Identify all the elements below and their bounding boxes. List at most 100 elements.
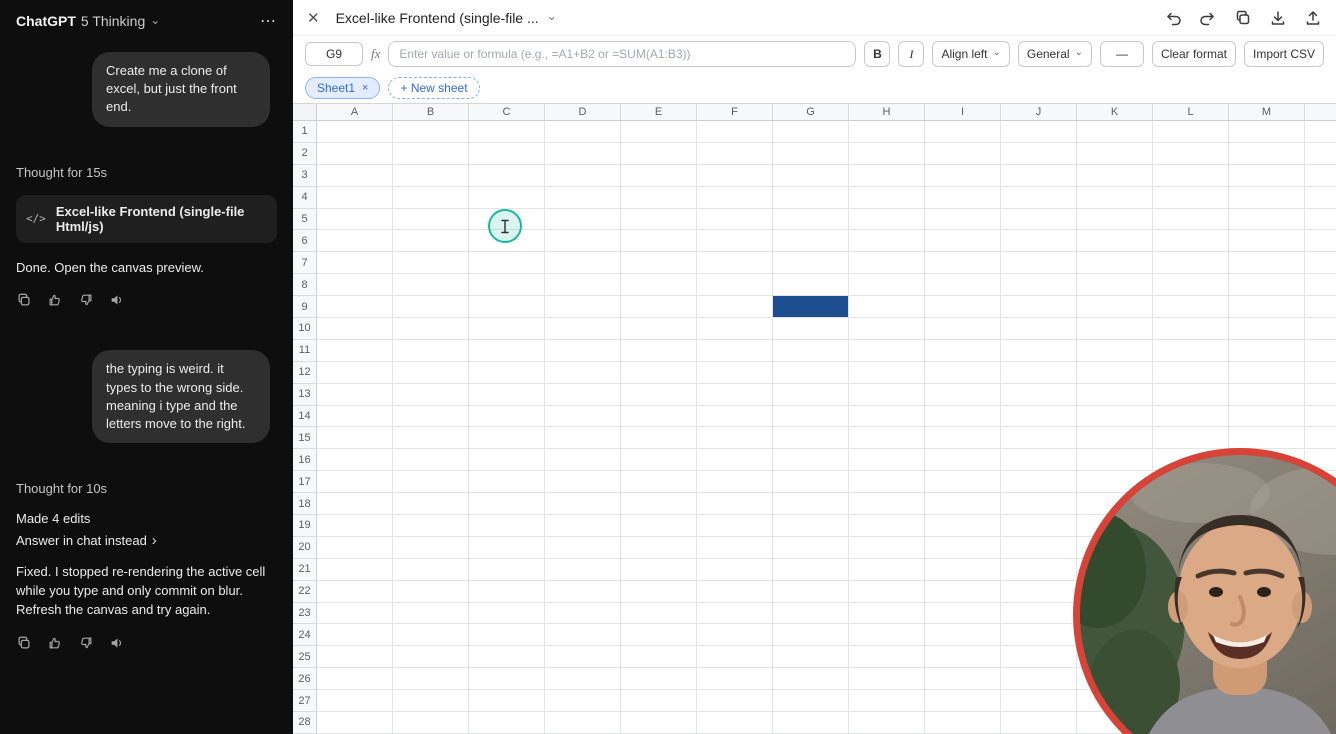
row-header-27[interactable]: 27 (293, 690, 317, 713)
cell-A21[interactable] (317, 558, 393, 581)
cell-I28[interactable] (925, 712, 1001, 734)
cell-A11[interactable] (317, 339, 393, 362)
cell-partial-3[interactable] (1305, 164, 1336, 187)
cell-A25[interactable] (317, 646, 393, 669)
copy-icon[interactable] (16, 635, 32, 651)
cell-I20[interactable] (925, 536, 1001, 559)
cell-G21[interactable] (773, 558, 849, 581)
cell-M8[interactable] (1229, 274, 1305, 297)
cell-D12[interactable] (545, 361, 621, 384)
cell-C5[interactable] (469, 208, 545, 231)
cell-J16[interactable] (1001, 449, 1077, 472)
cell-partial-2[interactable] (1305, 142, 1336, 165)
kebab-menu-icon[interactable]: ⋯ (260, 11, 277, 31)
cell-I1[interactable] (925, 121, 1001, 143)
cell-H13[interactable] (849, 383, 925, 406)
cell-C27[interactable] (469, 690, 545, 713)
cell-F10[interactable] (697, 318, 773, 340)
cell-L7[interactable] (1153, 252, 1229, 275)
cell-I6[interactable] (925, 230, 1001, 253)
cell-C3[interactable] (469, 164, 545, 187)
cell-B4[interactable] (393, 186, 469, 209)
cell-J21[interactable] (1001, 558, 1077, 581)
cell-K5[interactable] (1077, 208, 1153, 231)
cell-J10[interactable] (1001, 318, 1077, 340)
cell-M5[interactable] (1229, 208, 1305, 231)
cell-J22[interactable] (1001, 580, 1077, 603)
cell-E12[interactable] (621, 361, 697, 384)
cell-G24[interactable] (773, 624, 849, 647)
canvas-artifact-chip[interactable]: </> Excel-like Frontend (single-file Htm… (16, 194, 277, 243)
cell-L8[interactable] (1153, 274, 1229, 297)
cell-E16[interactable] (621, 449, 697, 472)
cell-C28[interactable] (469, 712, 545, 734)
cell-L4[interactable] (1153, 186, 1229, 209)
cell-I9[interactable] (925, 296, 1001, 319)
row-header-10[interactable]: 10 (293, 318, 317, 340)
speaker-icon[interactable] (109, 635, 125, 651)
cell-A14[interactable] (317, 405, 393, 428)
cell-L15[interactable] (1153, 427, 1229, 450)
cell-D23[interactable] (545, 602, 621, 625)
speaker-icon[interactable] (109, 292, 125, 308)
cell-G10[interactable] (773, 318, 849, 340)
cell-I11[interactable] (925, 339, 1001, 362)
cell-A19[interactable] (317, 515, 393, 537)
cell-L10[interactable] (1153, 318, 1229, 340)
cell-J27[interactable] (1001, 690, 1077, 713)
cell-I10[interactable] (925, 318, 1001, 340)
cell-G18[interactable] (773, 493, 849, 516)
cell-partial-4[interactable] (1305, 186, 1336, 209)
cell-B5[interactable] (393, 208, 469, 231)
cell-B10[interactable] (393, 318, 469, 340)
cell-J6[interactable] (1001, 230, 1077, 253)
cell-H2[interactable] (849, 142, 925, 165)
cell-D4[interactable] (545, 186, 621, 209)
cell-A18[interactable] (317, 493, 393, 516)
cell-I19[interactable] (925, 515, 1001, 537)
cell-B15[interactable] (393, 427, 469, 450)
row-header-15[interactable]: 15 (293, 427, 317, 450)
cell-F5[interactable] (697, 208, 773, 231)
cell-C23[interactable] (469, 602, 545, 625)
cell-B28[interactable] (393, 712, 469, 734)
cell-I18[interactable] (925, 493, 1001, 516)
cell-H20[interactable] (849, 536, 925, 559)
cell-E2[interactable] (621, 142, 697, 165)
cell-D8[interactable] (545, 274, 621, 297)
bold-button[interactable]: B (864, 41, 891, 67)
cell-J1[interactable] (1001, 121, 1077, 143)
cell-F25[interactable] (697, 646, 773, 669)
cell-I14[interactable] (925, 405, 1001, 428)
cell-partial-12[interactable] (1305, 361, 1336, 384)
cell-E21[interactable] (621, 558, 697, 581)
cell-M12[interactable] (1229, 361, 1305, 384)
cell-K15[interactable] (1077, 427, 1153, 450)
cell-J5[interactable] (1001, 208, 1077, 231)
cell-E26[interactable] (621, 668, 697, 691)
cell-H5[interactable] (849, 208, 925, 231)
cell-I26[interactable] (925, 668, 1001, 691)
cell-E27[interactable] (621, 690, 697, 713)
cell-J28[interactable] (1001, 712, 1077, 734)
column-header-H[interactable]: H (849, 104, 925, 120)
cell-C10[interactable] (469, 318, 545, 340)
cell-L14[interactable] (1153, 405, 1229, 428)
row-header-16[interactable]: 16 (293, 449, 317, 472)
row-header-20[interactable]: 20 (293, 536, 317, 559)
cell-H27[interactable] (849, 690, 925, 713)
cell-C8[interactable] (469, 274, 545, 297)
cell-B13[interactable] (393, 383, 469, 406)
cell-F26[interactable] (697, 668, 773, 691)
cell-K1[interactable] (1077, 121, 1153, 143)
cell-B26[interactable] (393, 668, 469, 691)
cell-D5[interactable] (545, 208, 621, 231)
row-header-24[interactable]: 24 (293, 624, 317, 647)
cell-G22[interactable] (773, 580, 849, 603)
cell-partial-5[interactable] (1305, 208, 1336, 231)
copy-icon[interactable] (16, 292, 32, 308)
cell-B6[interactable] (393, 230, 469, 253)
thumbs-down-icon[interactable] (78, 635, 94, 651)
cell-H12[interactable] (849, 361, 925, 384)
new-sheet-button[interactable]: + New sheet (388, 76, 480, 99)
